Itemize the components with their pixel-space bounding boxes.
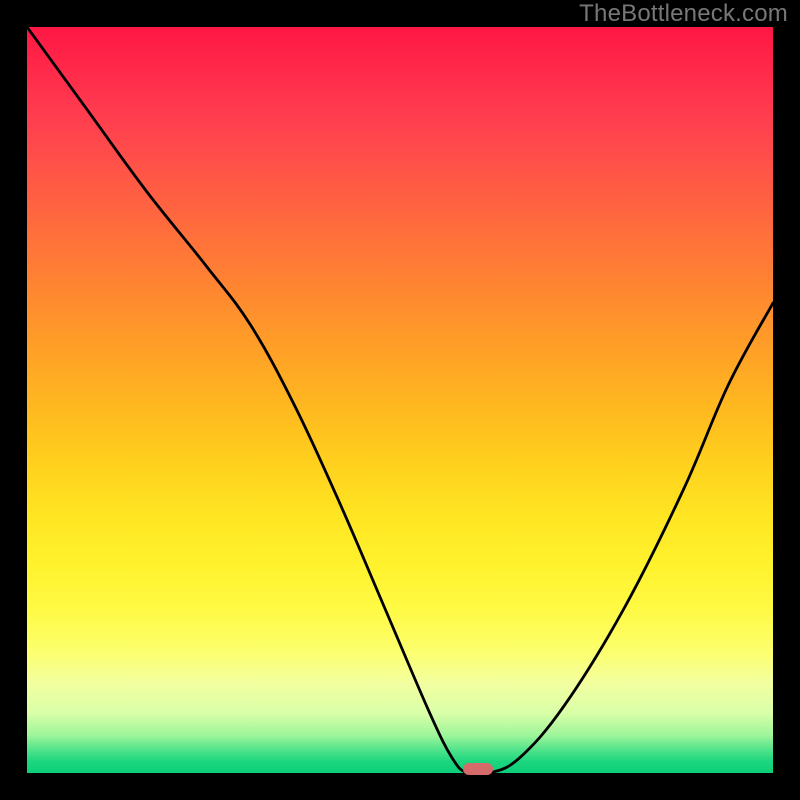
optimal-point-marker: [463, 763, 493, 775]
chart-frame: TheBottleneck.com: [0, 0, 800, 800]
plot-gradient-background: [27, 27, 773, 773]
watermark-text: TheBottleneck.com: [579, 0, 788, 28]
